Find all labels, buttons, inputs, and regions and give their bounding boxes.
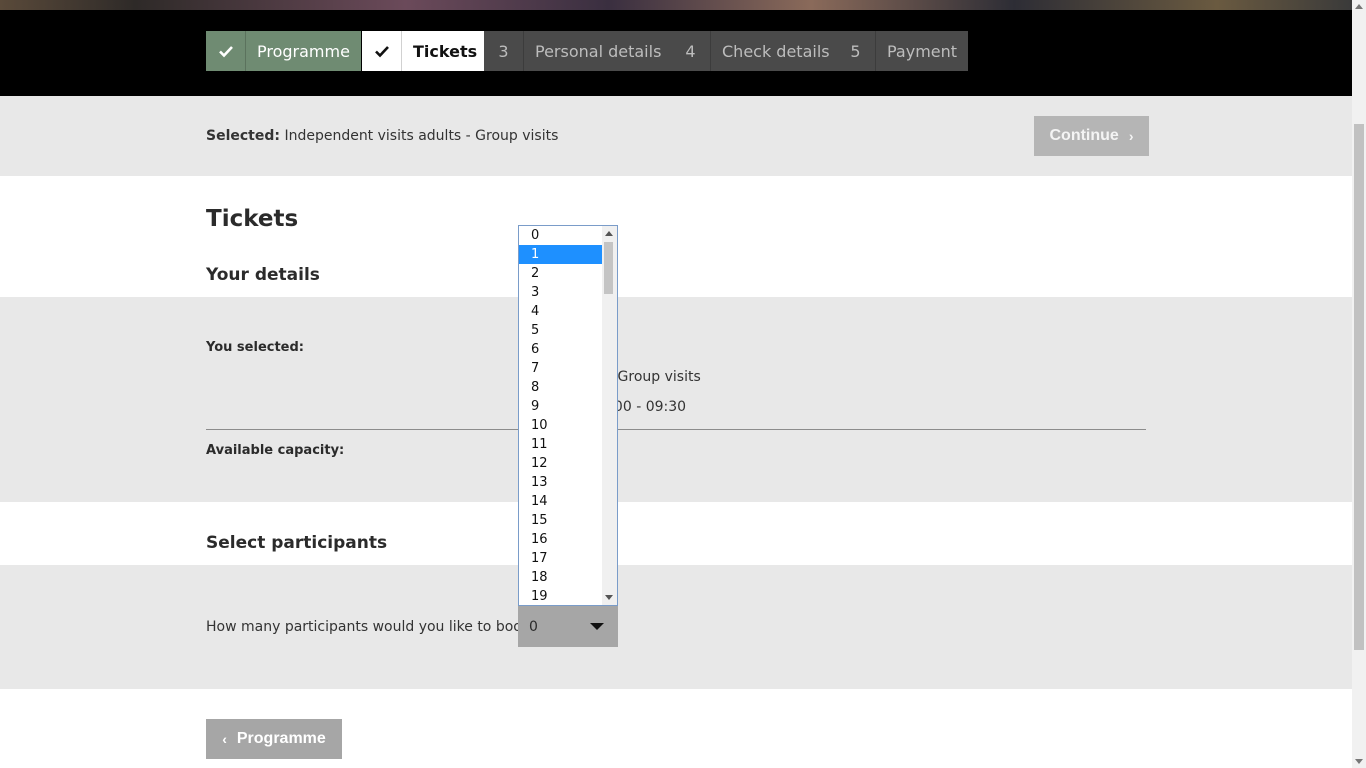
step-number: 3 [484, 31, 524, 71]
scroll-up-arrow-icon[interactable] [605, 231, 613, 236]
participants-select[interactable]: 0 [518, 606, 618, 647]
scroll-down-arrow-icon[interactable] [605, 595, 613, 600]
dropdown-option[interactable]: 17 [519, 549, 603, 568]
check-icon [362, 31, 402, 71]
step-payment[interactable]: 5 Payment [836, 31, 969, 71]
step-tickets[interactable]: Tickets [362, 31, 489, 71]
dropdown-option[interactable]: 1 [519, 245, 603, 264]
you-selected-label: You selected: [206, 340, 305, 355]
dropdown-option[interactable]: 18 [519, 568, 603, 587]
chevron-right-icon: › [1128, 128, 1134, 144]
dropdown-option[interactable]: 3 [519, 283, 603, 302]
step-number: 5 [836, 31, 876, 71]
dropdown-option[interactable]: 14 [519, 492, 603, 511]
dropdown-option[interactable]: 16 [519, 530, 603, 549]
divider [206, 429, 1146, 430]
selected-label: Selected: [206, 128, 280, 144]
step-check-details[interactable]: 4 Check details [671, 31, 841, 71]
step-programme[interactable]: Programme [206, 31, 361, 71]
selected-summary-bar: Selected: Independent visits adults - Gr… [0, 96, 1352, 176]
continue-label: Continue [1049, 127, 1119, 144]
participants-heading: Select participants [206, 533, 388, 553]
participants-select-value: 0 [529, 618, 538, 635]
participants-dropdown-list[interactable]: 0 1 2 3 4 5 6 7 8 9 10 11 12 13 14 15 16 17 18 19 [518, 225, 618, 606]
scroll-thumb[interactable] [604, 242, 613, 294]
step-label: Personal details [535, 41, 662, 61]
dropdown-option[interactable]: 13 [519, 473, 603, 492]
dropdown-option[interactable]: 0 [519, 226, 603, 245]
details-panel: You selected: visits adults - Group visi… [0, 297, 1352, 502]
dropdown-option[interactable]: 7 [519, 359, 603, 378]
step-label: Tickets [413, 41, 478, 61]
selected-value: Independent visits adults - Group visits [284, 128, 559, 144]
back-to-programme-button[interactable]: ‹ Programme [206, 719, 342, 759]
progress-steps-bar: Programme Tickets 3 Personal details 4 C… [0, 10, 1352, 96]
chevron-left-icon: ‹ [222, 731, 227, 747]
step-number: 4 [671, 31, 711, 71]
participants-panel: How many participants would you like to … [0, 565, 1352, 689]
step-personal-details[interactable]: 3 Personal details [484, 31, 673, 71]
dropdown-options: 0 1 2 3 4 5 6 7 8 9 10 11 12 13 14 15 16 17 18 19 [519, 226, 603, 605]
dropdown-option[interactable]: 11 [519, 435, 603, 454]
dropdown-scrollbar[interactable] [602, 226, 617, 605]
continue-button[interactable]: Continue › [1034, 116, 1149, 156]
dropdown-option[interactable]: 10 [519, 416, 603, 435]
caret-down-icon [590, 623, 604, 630]
dropdown-option[interactable]: 6 [519, 340, 603, 359]
selected-summary: Selected: Independent visits adults - Gr… [206, 128, 558, 144]
hero-image-strip [0, 0, 1352, 10]
participants-question-label: How many participants would you like to … [206, 619, 538, 635]
page-scroll-thumb[interactable] [1354, 124, 1364, 650]
back-label: Programme [236, 730, 326, 747]
page-scrollbar[interactable] [1352, 0, 1366, 768]
step-label: Programme [257, 41, 350, 61]
dropdown-option[interactable]: 2 [519, 264, 603, 283]
step-label: Payment [887, 41, 958, 61]
dropdown-option[interactable]: 8 [519, 378, 603, 397]
dropdown-option[interactable]: 12 [519, 454, 603, 473]
page-title: Tickets [206, 206, 299, 232]
dropdown-option[interactable]: 5 [519, 321, 603, 340]
step-label: Check details [722, 41, 830, 61]
available-capacity-label: Available capacity: [206, 443, 345, 458]
dropdown-option[interactable]: 9 [519, 397, 603, 416]
scroll-up-arrow-icon[interactable] [1355, 4, 1363, 9]
dropdown-option[interactable]: 4 [519, 302, 603, 321]
scroll-down-arrow-icon[interactable] [1355, 759, 1363, 764]
details-heading: Your details [206, 265, 320, 285]
dropdown-option[interactable]: 19 [519, 587, 603, 605]
check-icon [206, 31, 246, 71]
dropdown-option[interactable]: 15 [519, 511, 603, 530]
